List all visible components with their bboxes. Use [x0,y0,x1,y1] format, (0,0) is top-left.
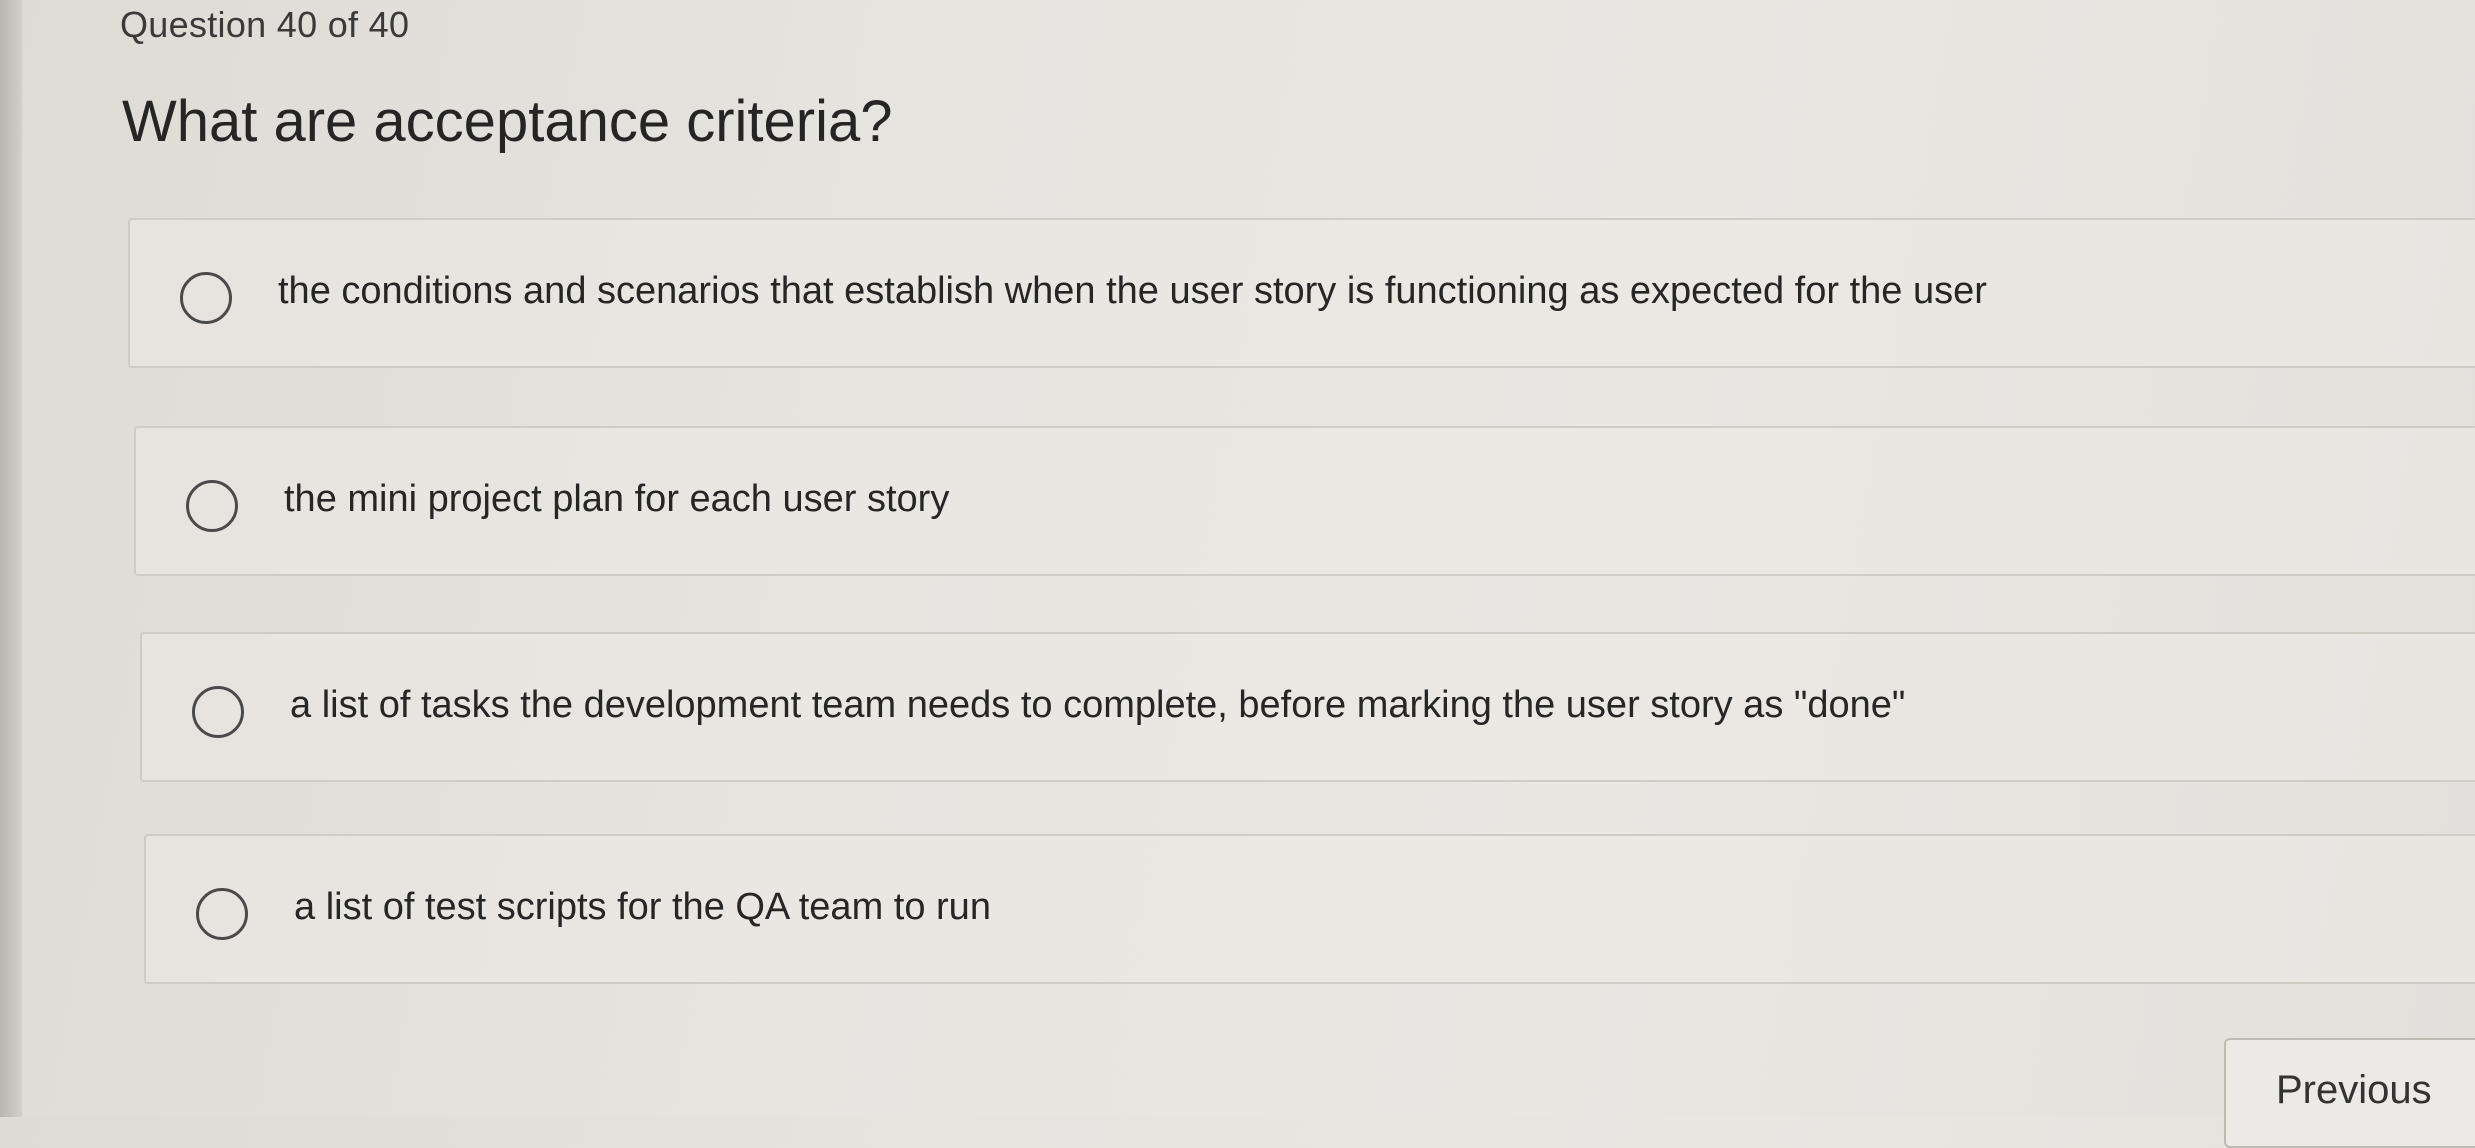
answer-option-label: a list of tasks the development team nee… [290,684,1906,726]
previous-button-label: Previous [2276,1068,2432,1112]
question-prompt: What are acceptance criteria? [122,89,893,154]
answer-option-1[interactable]: the conditions and scenarios that establ… [128,218,2475,368]
answer-option-label: the conditions and scenarios that establ… [278,270,1987,312]
answer-option-4[interactable]: a list of test scripts for the QA team t… [144,834,2475,984]
radio-button-icon[interactable] [186,480,238,532]
screen-bezel [0,0,22,1117]
answer-option-label: a list of test scripts for the QA team t… [294,886,991,928]
answer-option-label: the mini project plan for each user stor… [284,478,950,520]
radio-button-icon[interactable] [180,272,232,324]
answer-option-2[interactable]: the mini project plan for each user stor… [134,426,2475,576]
previous-button[interactable]: Previous [2224,1038,2475,1148]
answer-option-3[interactable]: a list of tasks the development team nee… [140,632,2475,782]
question-counter: Question 40 of 40 [120,4,410,45]
radio-button-icon[interactable] [196,888,248,940]
radio-button-icon[interactable] [192,686,244,738]
